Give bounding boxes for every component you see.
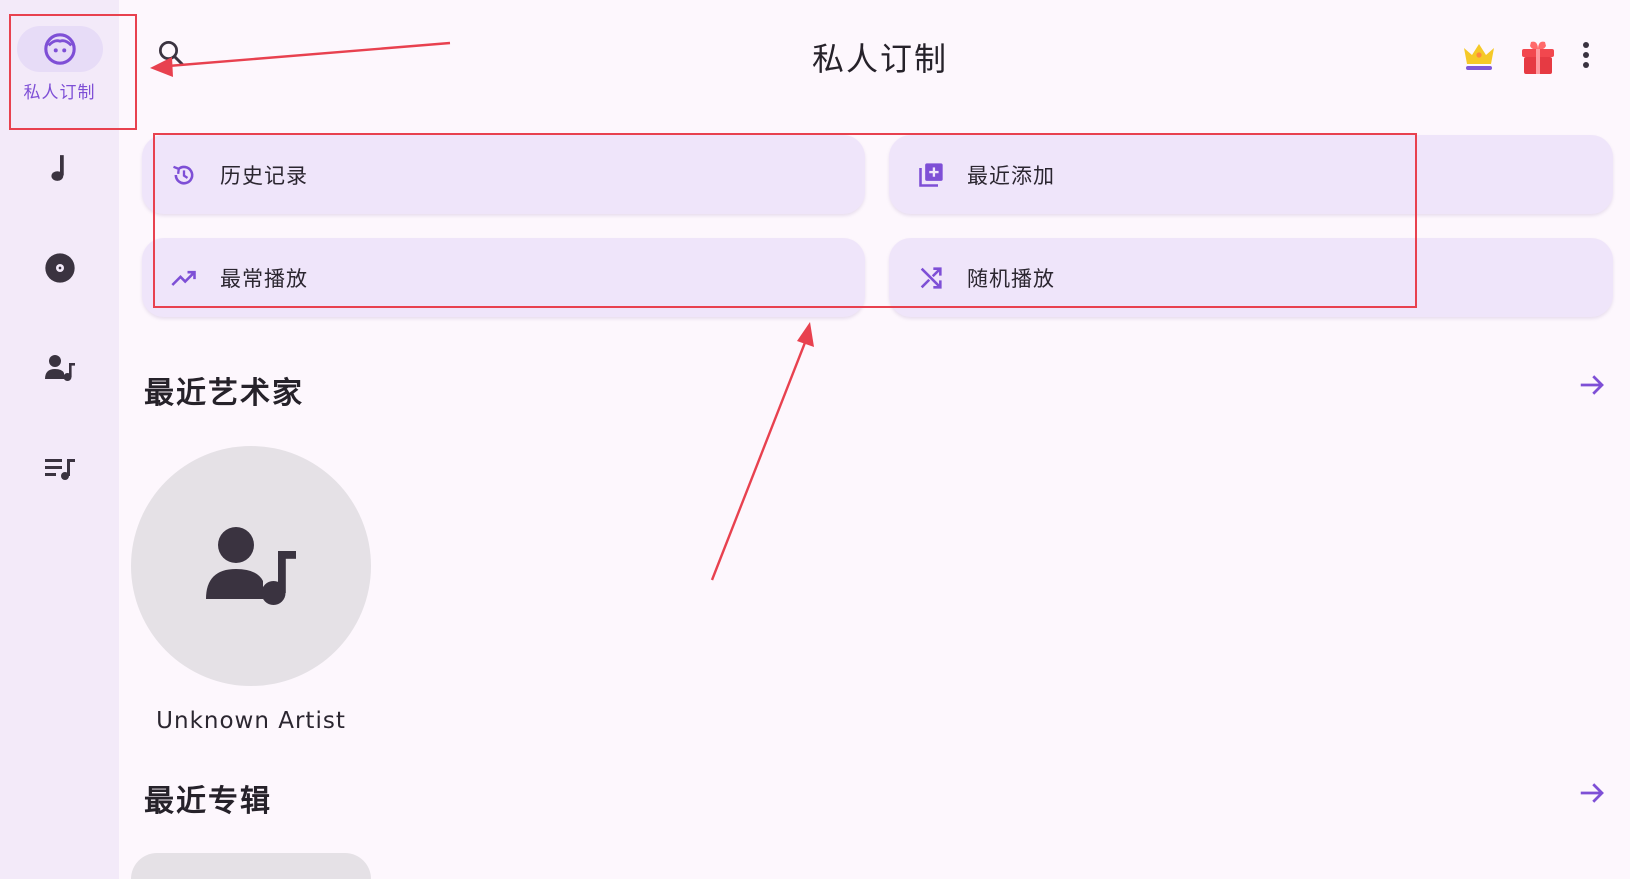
sidebar-nav: 私人订制 bbox=[0, 0, 119, 879]
artist-avatar bbox=[131, 446, 371, 686]
annotation-box-cards bbox=[153, 133, 1417, 308]
artist-card[interactable]: Unknown Artist bbox=[131, 446, 371, 734]
annotation-box-nav bbox=[9, 14, 137, 130]
sidebar-item-artists[interactable] bbox=[0, 345, 119, 391]
album-card[interactable] bbox=[131, 853, 371, 879]
playlist-icon bbox=[17, 446, 103, 492]
more-button[interactable] bbox=[1576, 40, 1596, 70]
recent-albums-more-button[interactable] bbox=[1577, 778, 1607, 808]
app-root: 私人订制 私人订制 历史记录 最近添加 最常播放 随机播放 最近艺术家 Unkn… bbox=[0, 0, 1630, 879]
sidebar-item-albums[interactable] bbox=[0, 245, 119, 291]
search-button[interactable] bbox=[156, 38, 186, 68]
artist-icon bbox=[17, 345, 103, 391]
album-disc-icon bbox=[17, 245, 103, 291]
artist-name: Unknown Artist bbox=[156, 708, 346, 734]
recent-artists-more-button[interactable] bbox=[1577, 370, 1607, 400]
more-vertical-icon bbox=[1583, 42, 1589, 68]
gift-button[interactable] bbox=[1520, 38, 1556, 76]
sidebar-item-playlists[interactable] bbox=[0, 446, 119, 492]
annotation-arrows bbox=[150, 41, 814, 581]
music-note-icon bbox=[17, 145, 103, 191]
crown-icon bbox=[1464, 44, 1494, 70]
crown-button[interactable] bbox=[1461, 40, 1497, 72]
artist-icon bbox=[206, 527, 296, 605]
sidebar-item-songs[interactable] bbox=[0, 145, 119, 191]
recent-artists-title: 最近艺术家 bbox=[144, 376, 304, 411]
gift-icon bbox=[1522, 41, 1554, 74]
arrow-right-icon bbox=[1580, 375, 1604, 395]
recent-albums-title: 最近专辑 bbox=[144, 784, 272, 819]
annotation-arrow-nav bbox=[150, 41, 451, 77]
page-title: 私人订制 bbox=[811, 40, 948, 78]
annotation-arrow-cards bbox=[710, 322, 814, 581]
arrow-right-icon bbox=[1580, 783, 1604, 803]
search-icon bbox=[159, 41, 184, 66]
